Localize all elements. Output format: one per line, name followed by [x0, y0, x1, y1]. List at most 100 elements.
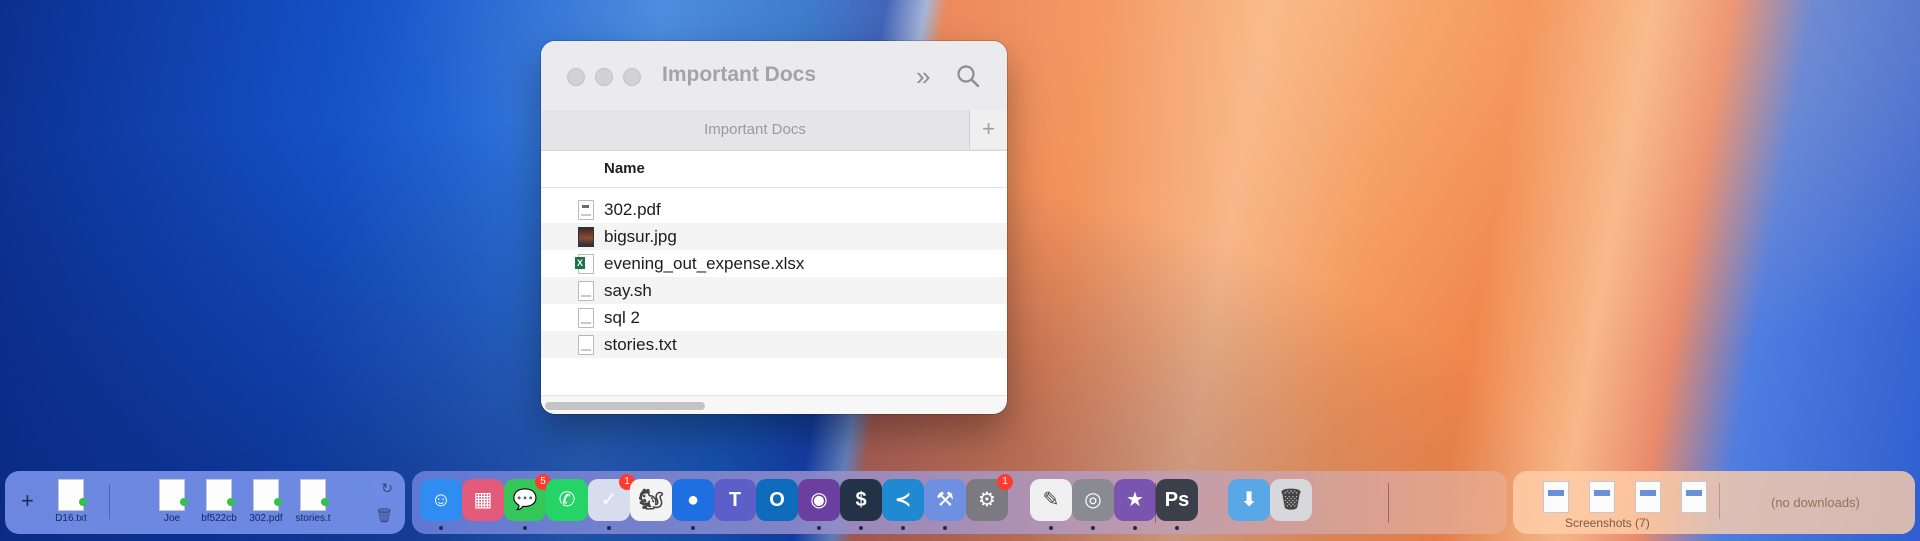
- column-header[interactable]: Name: [541, 151, 1007, 188]
- running-indicator: [439, 526, 443, 530]
- window-title: Important Docs: [662, 63, 817, 86]
- running-indicator: [1133, 526, 1137, 530]
- quicktime-icon: ◎: [1084, 489, 1102, 511]
- script-file-icon: [578, 281, 594, 301]
- launchpad-icon: ▦: [473, 489, 493, 511]
- dock-app-launchpad[interactable]: ▦: [462, 479, 504, 521]
- xcode-tools-icon: ⚒: [936, 489, 954, 511]
- dock-app-squirrel-app[interactable]: 🐿: [630, 479, 672, 521]
- zoom-button[interactable]: [623, 68, 641, 86]
- trash-icon: 🗑: [1278, 489, 1304, 511]
- trash-icon[interactable]: 🗑: [375, 507, 393, 524]
- dock-app-messages[interactable]: 💬 5: [504, 474, 551, 530]
- shelf-file[interactable]: stories.t: [289, 479, 337, 524]
- file-shelf: + D16.txt Joe bf522cb 302.pdf stories.t …: [5, 471, 405, 534]
- shelf-add-button[interactable]: +: [21, 488, 34, 514]
- close-button[interactable]: [567, 68, 585, 86]
- dock-divider: [1388, 483, 1389, 523]
- dock-app-teams[interactable]: T: [714, 479, 756, 521]
- screenshots-caption: Screenshots (7): [1565, 516, 1650, 530]
- dock-app-whatsapp[interactable]: ✆: [546, 479, 588, 521]
- downloads-status: (no downloads): [1771, 495, 1860, 510]
- shelf-file-label: stories.t: [295, 513, 331, 524]
- signal-app-icon: ●: [686, 489, 700, 511]
- dock-app-system-settings[interactable]: ⚙ 1: [966, 474, 1013, 521]
- traffic-lights: [567, 68, 641, 86]
- file-name: stories.txt: [604, 335, 677, 354]
- downloads-folder-icon: ⬇: [1240, 489, 1258, 511]
- running-indicator: [523, 526, 527, 530]
- teams-icon: T: [728, 489, 742, 511]
- dock-app-terminal[interactable]: $: [840, 479, 882, 530]
- excel-file-icon: [575, 254, 594, 274]
- running-indicator: [1091, 526, 1095, 530]
- terminal-icon: $: [855, 489, 867, 511]
- shelf-file-label: 302.pdf: [249, 513, 283, 524]
- document-icon: [206, 479, 235, 511]
- dock-app-imovie[interactable]: ★: [1114, 479, 1156, 530]
- shelf-file[interactable]: 302.pdf: [242, 479, 290, 524]
- refresh-icon[interactable]: ↻: [381, 480, 393, 497]
- photoshop-icon: Ps: [1164, 489, 1190, 511]
- dock-app-outlook[interactable]: O: [756, 479, 798, 521]
- dock-app-quicktime[interactable]: ◎: [1072, 479, 1114, 530]
- dock-app-finder[interactable]: ☺: [420, 479, 462, 530]
- generic-file-icon: [578, 308, 594, 328]
- shelf-divider: [1719, 483, 1720, 519]
- list-item[interactable]: say.sh: [541, 277, 1007, 304]
- text-file-icon: [578, 335, 594, 355]
- dock-app-photoshop[interactable]: Ps: [1156, 479, 1198, 530]
- horizontal-scrollbar[interactable]: [541, 395, 1007, 414]
- dock-app-signal-app[interactable]: ●: [672, 479, 714, 530]
- scrollbar-thumb[interactable]: [545, 402, 705, 410]
- shelf-file-label: Joe: [163, 513, 181, 524]
- shelf-file[interactable]: Joe: [148, 479, 196, 524]
- dock-app-downloads-folder[interactable]: ⬇: [1228, 479, 1270, 521]
- whatsapp-icon: ✆: [558, 489, 576, 511]
- screenshot-thumbnail[interactable]: [1681, 481, 1707, 513]
- running-indicator: [1175, 526, 1179, 530]
- document-icon: [58, 479, 87, 511]
- file-name: say.sh: [604, 281, 652, 300]
- image-file-icon: [578, 227, 594, 247]
- list-item[interactable]: evening_out_expense.xlsx: [541, 250, 1007, 277]
- screenshot-thumbnail[interactable]: [1589, 481, 1615, 513]
- search-icon[interactable]: [955, 63, 981, 89]
- document-icon: [159, 479, 188, 511]
- screenshot-thumbnail[interactable]: [1543, 481, 1569, 513]
- list-item[interactable]: bigsur.jpg: [541, 223, 1007, 250]
- toolbar-overflow-chevron-icon[interactable]: »: [916, 61, 930, 92]
- dock: ☺ ▦ 💬 5 ✆ ✓ 1 🐿 ● T O ◉ $ ≺ ⚒ ⚙ 1 ✎ ◎ ★ Ps ⬇ 🗑: [412, 471, 1507, 534]
- running-indicator: [901, 526, 905, 530]
- list-item[interactable]: sql 2: [541, 304, 1007, 331]
- textedit-icon: ✎: [1042, 489, 1060, 511]
- dock-app-trash[interactable]: 🗑: [1270, 479, 1312, 521]
- file-name: 302.pdf: [604, 200, 661, 219]
- window-titlebar[interactable]: Important Docs »: [541, 41, 1007, 110]
- finder-window[interactable]: Important Docs » Important Docs + Name 3…: [541, 41, 1007, 414]
- file-list: 302.pdf bigsur.jpg evening_out_expense.x…: [541, 188, 1007, 358]
- shelf-file-label: D16.txt: [55, 513, 87, 524]
- shelf-divider: [109, 485, 110, 519]
- dock-app-xcode-tools[interactable]: ⚒: [924, 479, 966, 530]
- file-name: bigsur.jpg: [604, 227, 677, 246]
- pdf-file-icon: [578, 200, 594, 220]
- shelf-file-label: bf522cb: [201, 513, 237, 524]
- outlook-icon: O: [769, 489, 785, 511]
- list-item[interactable]: stories.txt: [541, 331, 1007, 358]
- minimize-button[interactable]: [595, 68, 613, 86]
- running-indicator: [607, 526, 611, 530]
- dock-app-firefox[interactable]: ◉: [798, 479, 840, 530]
- tab-important-docs[interactable]: Important Docs: [541, 121, 969, 138]
- column-name-label[interactable]: Name: [604, 160, 645, 177]
- new-tab-button[interactable]: +: [969, 110, 1007, 149]
- shelf-file[interactable]: D16.txt: [47, 479, 95, 524]
- finder-icon: ☺: [430, 489, 452, 511]
- dock-app-vscode[interactable]: ≺: [882, 479, 924, 530]
- list-item[interactable]: 302.pdf: [541, 196, 1007, 223]
- document-icon: [300, 479, 329, 511]
- dock-app-textedit[interactable]: ✎: [1030, 479, 1072, 530]
- dock-app-tasks[interactable]: ✓ 1: [588, 474, 635, 530]
- shelf-file[interactable]: bf522cb: [195, 479, 243, 524]
- screenshot-thumbnail[interactable]: [1635, 481, 1661, 513]
